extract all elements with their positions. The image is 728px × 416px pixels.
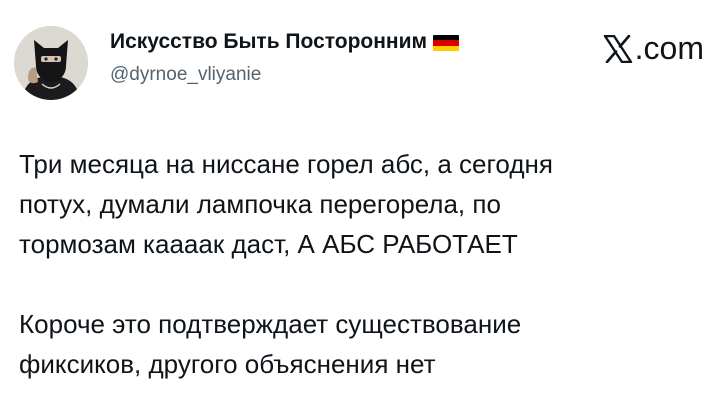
author-name-row: Искусство Быть Посторонним [110, 30, 460, 54]
tweet-card: Искусство Быть Посторонним @dyrnoe_vliya… [0, 0, 728, 416]
author-display-name[interactable]: Искусство Быть Посторонним [110, 30, 427, 54]
x-logo-icon [603, 34, 632, 63]
avatar[interactable] [14, 26, 88, 100]
germany-flag-icon [433, 34, 460, 52]
tweet-text: Три месяца на ниссане горел абс, а сегод… [19, 144, 709, 384]
tweet-line: Три месяца на ниссане горел абс, а сегод… [19, 149, 553, 179]
tweet-line: тормозам кааaак даст, А АБС РАБОТАЕТ [19, 229, 518, 259]
brand-label: .com [634, 30, 704, 66]
tweet-line: Короче это подтверждает существование [19, 309, 522, 339]
tweet-line: фиксиков, другого объяснения нет [19, 349, 436, 379]
x-brand: .com [603, 30, 704, 67]
tweet-line: потух, думали лампочка перегорела, по [19, 189, 501, 219]
avatar-image [14, 26, 88, 100]
author-handle[interactable]: @dyrnoe_vliyanie [110, 64, 261, 86]
